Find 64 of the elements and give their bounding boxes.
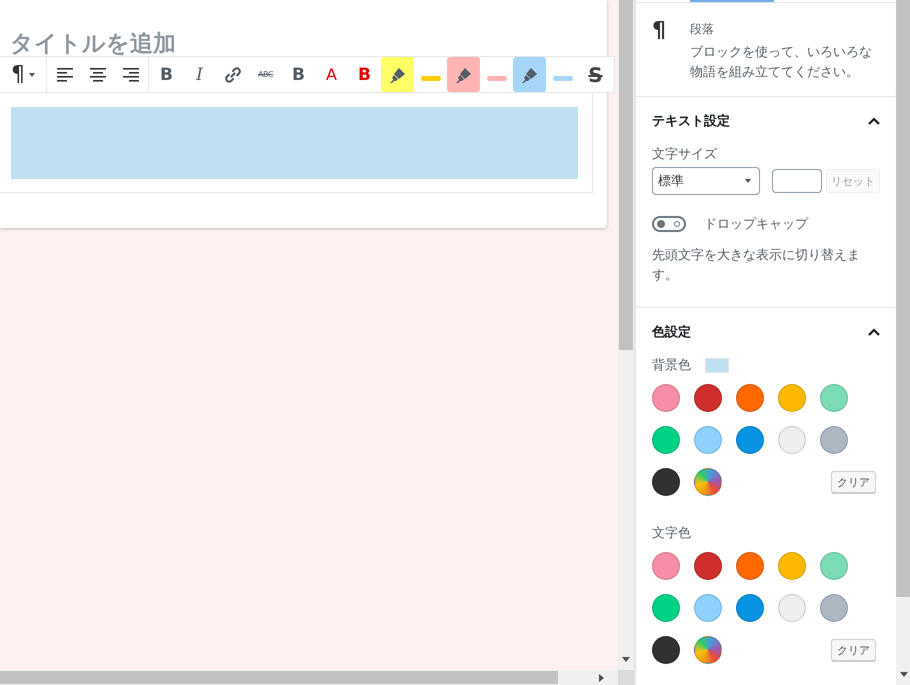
color-swatch[interactable] [736,384,764,412]
current-color-indicator [705,358,729,372]
caret-icon [29,72,35,76]
highlighter-button[interactable] [381,57,414,92]
color-label: 文字色 [652,524,691,542]
font-size-select[interactable]: 標準 [652,167,760,195]
text-color-button[interactable]: A [315,57,348,92]
color-swatch[interactable] [694,468,722,496]
color-swatch[interactable] [778,552,806,580]
color-swatch[interactable] [736,552,764,580]
field-label: 文字サイズ [652,145,718,163]
font-size-input[interactable] [772,169,822,193]
paragraph-icon: ¶ [652,21,690,82]
bold-button[interactable]: B [150,57,183,92]
bold-button[interactable]: B [348,57,381,92]
horizontal-scrollbar[interactable] [0,670,618,685]
color-swatch[interactable] [820,384,848,412]
strikethrough-button[interactable]: S [579,57,612,92]
color-swatch[interactable] [694,384,722,412]
color-swatch[interactable] [694,426,722,454]
align-left-icon [56,68,72,82]
scroll-down-icon[interactable] [622,657,630,662]
scrollbar-thumb[interactable] [619,0,633,350]
link-icon [222,64,242,84]
help-text: 先頭文字を大きな表示に切り替えます。 [652,246,861,284]
align-right-icon [122,68,138,82]
color-swatch[interactable] [778,426,806,454]
panel-header[interactable]: テキスト設定 [636,97,896,145]
clear-button[interactable]: クリア [831,639,876,661]
align-center-icon [90,68,106,82]
clear-button[interactable]: クリア [831,471,876,493]
color-swatch[interactable] [652,552,680,580]
highlighter-button[interactable] [513,57,546,92]
color-swatch[interactable] [778,594,806,622]
color-swatch[interactable] [652,636,680,664]
color-swatch[interactable] [652,426,680,454]
caret-icon [745,179,751,183]
color-swatch[interactable] [652,594,680,622]
highlighter-button[interactable] [447,57,480,92]
color-swatch[interactable] [694,594,722,622]
color-swatch[interactable] [736,594,764,622]
color-swatch[interactable] [694,552,722,580]
color-swatch[interactable] [820,594,848,622]
vertical-scrollbar[interactable] [618,0,634,670]
color-swatch[interactable] [694,636,722,664]
scroll-down-icon[interactable] [900,672,908,677]
panel-header[interactable]: 色設定 [636,308,896,356]
color-swatch[interactable] [820,426,848,454]
color-swatch[interactable] [778,384,806,412]
block-description: ブロックを使って、いろいろな物語を組み立ててください。 [690,43,873,81]
color-label: 背景色 [652,356,691,374]
bold-button[interactable]: B [282,57,315,92]
color-swatch[interactable] [652,384,680,412]
scroll-right-icon[interactable] [599,674,604,682]
color-swatch[interactable] [652,468,680,496]
strikethrough-button[interactable]: ABC [249,57,282,92]
scrollbar-thumb[interactable] [0,671,558,684]
block-name: 段落 [690,21,715,38]
color-swatch[interactable] [736,426,764,454]
color-swatch[interactable] [820,552,848,580]
toggle-switch[interactable] [652,216,686,232]
toggle-label: ドロップキャップ [704,215,808,233]
italic-button[interactable]: I [183,57,216,92]
paragraph-button[interactable]: ¶ [1,57,45,92]
